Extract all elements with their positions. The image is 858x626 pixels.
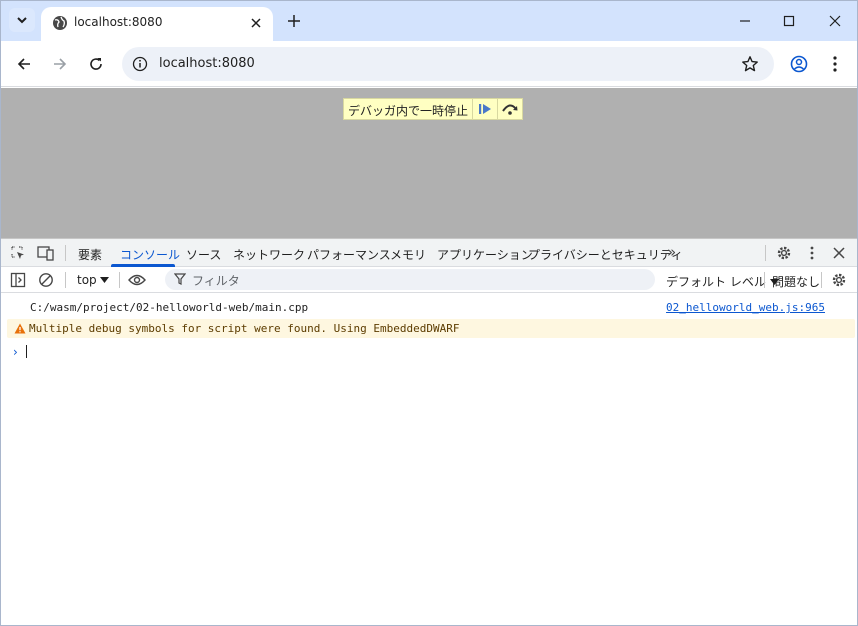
separator [821, 272, 822, 288]
devtools-settings-button[interactable] [775, 244, 793, 262]
inspect-element-button[interactable] [9, 244, 27, 262]
device-toolbar-button[interactable] [37, 244, 55, 262]
window-close-button[interactable] [823, 9, 847, 33]
browser-toolbar: localhost:8080 [1, 41, 857, 87]
devtools-tab-bar: 要素 コンソール ソース ネットワーク パフォーマンス メモリ アプリケーション… [1, 239, 857, 267]
page-viewport: デバッガ内で一時停止 [1, 88, 857, 238]
tab-close-button[interactable] [247, 14, 265, 32]
caret-down-icon [99, 277, 109, 283]
inspect-icon [11, 246, 24, 259]
devtools-menu-button[interactable] [803, 244, 821, 262]
forward-button[interactable] [48, 52, 72, 76]
reload-icon [90, 58, 102, 70]
tab-title: localhost:8080 [74, 15, 163, 29]
console-filter-input[interactable]: フィルタ [165, 269, 655, 290]
menu-button[interactable] [823, 52, 847, 76]
tab-memory[interactable]: メモリ [390, 246, 426, 263]
source-link[interactable]: 02_helloworld_web.js:965 [666, 301, 825, 314]
devtools-panel: 要素 コンソール ソース ネットワーク パフォーマンス メモリ アプリケーション… [1, 238, 857, 625]
browser-window: localhost:8080 localhost:8080 デバッガ内で一時停止… [0, 0, 858, 626]
site-info-button[interactable] [131, 55, 149, 73]
filter-icon [174, 273, 186, 285]
close-icon [251, 18, 261, 28]
globe-icon [53, 16, 67, 30]
star-icon [742, 56, 758, 72]
separator [65, 245, 66, 261]
close-icon [833, 247, 845, 259]
context-selector[interactable]: top [77, 273, 109, 287]
console-settings-button[interactable] [830, 271, 848, 289]
warning-icon [14, 323, 26, 334]
url-text[interactable]: localhost:8080 [159, 56, 255, 71]
chevron-down-icon [17, 17, 27, 24]
maximize-button[interactable] [777, 9, 801, 33]
bookmark-button[interactable] [740, 54, 760, 74]
filter-placeholder: フィルタ [192, 274, 240, 288]
more-tabs-button[interactable]: » [667, 243, 676, 261]
tab-application[interactable]: アプリケーション [437, 246, 533, 263]
separator [765, 245, 766, 261]
plus-icon [288, 15, 300, 27]
message-text: C:/wasm/project/02-helloworld-web/main.c… [30, 301, 309, 314]
profile-button[interactable] [787, 52, 811, 76]
minimize-button[interactable] [733, 9, 757, 33]
tab-elements[interactable]: 要素 [78, 246, 102, 263]
tab-performance[interactable]: パフォーマンス [307, 246, 391, 263]
show-sidebar-button[interactable] [9, 271, 27, 289]
arrow-left-icon [17, 58, 30, 70]
warning-text: Multiple debug symbols for script were f… [29, 322, 460, 335]
console-toolbar: top フィルタ デフォルト レベル 問題なし [1, 267, 857, 293]
sidebar-icon [10, 272, 26, 288]
tab-network[interactable]: ネットワーク [233, 246, 305, 263]
console-message: C:/wasm/project/02-helloworld-web/main.c… [1, 298, 857, 317]
new-tab-button[interactable] [283, 10, 305, 32]
tab-console[interactable]: コンソール [120, 246, 180, 263]
account-icon [790, 55, 808, 73]
console-prompt-icon: › [13, 345, 18, 359]
context-value: top [77, 273, 97, 287]
resume-icon [479, 104, 492, 114]
paused-message: デバッガ内で一時停止 [348, 104, 469, 118]
paused-in-debugger-overlay: デバッガ内で一時停止 [343, 98, 524, 120]
tab-privacy-security[interactable]: プライバシーとセキュリティ [528, 246, 683, 263]
live-expression-button[interactable] [128, 271, 146, 289]
step-over-button[interactable] [497, 99, 522, 119]
eye-icon [128, 274, 146, 286]
arrow-right-icon [54, 58, 67, 70]
tab-sources[interactable]: ソース [186, 246, 221, 263]
minimize-icon [740, 20, 750, 22]
separator [65, 272, 66, 288]
gear-icon [777, 246, 791, 260]
separator [764, 272, 765, 288]
close-icon [829, 15, 841, 27]
step-over-icon [502, 104, 518, 115]
block-icon [39, 273, 53, 287]
browser-tab[interactable]: localhost:8080 [41, 7, 273, 41]
console-input[interactable] [26, 345, 27, 358]
log-levels-dropdown[interactable]: デフォルト レベル [666, 273, 779, 290]
devtools-close-button[interactable] [830, 244, 848, 262]
reload-button[interactable] [84, 52, 108, 76]
tab-strip: localhost:8080 [1, 1, 857, 41]
device-icon [37, 246, 54, 261]
address-bar[interactable]: localhost:8080 [122, 47, 774, 81]
resume-button[interactable] [472, 99, 497, 119]
log-levels-label: デフォルト レベル [666, 275, 766, 289]
separator [119, 272, 120, 288]
info-icon [132, 56, 148, 72]
back-button[interactable] [12, 52, 36, 76]
maximize-icon [783, 15, 795, 27]
tab-search-button[interactable] [9, 8, 35, 32]
more-vert-icon [833, 56, 837, 72]
console-warning: Multiple debug symbols for script were f… [7, 319, 855, 338]
more-vert-icon [810, 246, 814, 260]
gear-icon [832, 273, 846, 287]
clear-console-button[interactable] [37, 271, 55, 289]
issues-counter[interactable]: 問題なし [772, 273, 820, 290]
